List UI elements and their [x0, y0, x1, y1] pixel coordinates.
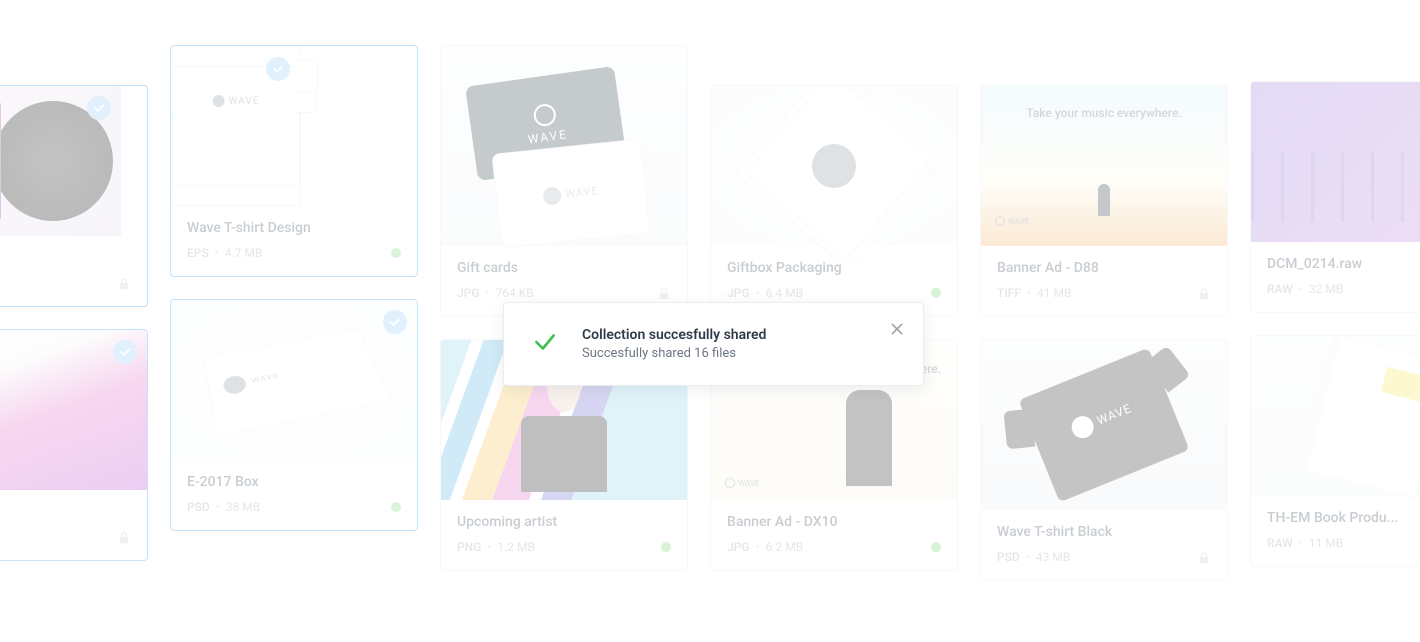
asset-spec: TIFF•41 MB — [997, 286, 1071, 300]
asset-title: Upcoming artist — [457, 514, 671, 530]
asset-spec: JPG•6.2 MB — [727, 540, 803, 554]
asset-title: Gift cards — [457, 260, 671, 276]
asset-title: Wave T-shirt Black — [997, 524, 1211, 540]
asset-spec: RAW•32 MB — [1267, 282, 1343, 296]
asset-title: E-2017 Box — [187, 474, 401, 490]
asset-meta: Banner Ad - DX10 JPG•6.2 MB — [711, 500, 957, 570]
lock-icon — [1197, 550, 1211, 564]
asset-card[interactable]: Giftbox Packaging JPG•6.4 MB — [710, 85, 958, 317]
asset-card[interactable]: WAVEWAVE Gift cards JPG•764 KB — [440, 45, 688, 317]
asset-title: Giftbox Packaging — [727, 260, 941, 276]
status-dot-available-icon — [931, 542, 941, 552]
status-dot-available-icon — [661, 542, 671, 552]
asset-spec: EPS•4.7 MB — [187, 246, 262, 260]
asset-title: Banner Ad - DX10 — [727, 514, 941, 530]
asset-card[interactable]: ...oduct Shot...•JB — [0, 85, 148, 307]
selected-check-icon — [113, 340, 137, 364]
selected-check-icon — [383, 310, 407, 334]
asset-title: ...88.raw — [0, 504, 131, 520]
asset-meta: ...88.raw...•JB — [0, 490, 147, 560]
asset-spec: JPG•764 KB — [457, 286, 534, 300]
toast-close-button[interactable] — [889, 321, 905, 341]
asset-meta: E-2017 Box PSD•38 MB — [171, 460, 417, 530]
lock-icon — [117, 530, 131, 544]
asset-thumbnail[interactable] — [1251, 82, 1420, 242]
asset-thumbnail[interactable] — [1251, 336, 1420, 496]
asset-card[interactable]: WAVE E-2017 Box PSD•38 MB — [170, 299, 418, 531]
asset-thumbnail[interactable]: WAVE — [171, 300, 417, 460]
asset-meta: Wave T-shirt Black PSD•43 MB — [981, 510, 1227, 580]
grid-column: ...oduct Shot...•JB ...88.raw...•JB — [0, 85, 148, 581]
grid-column: Take your music everywhere.WAVEBanner Ad… — [980, 85, 1228, 581]
toast-title: Collection succesfully shared — [582, 327, 766, 343]
asset-spec: PSD•38 MB — [187, 500, 260, 514]
asset-thumbnail[interactable] — [711, 86, 957, 246]
asset-meta: DCM_0214.raw RAW•32 MB — [1251, 242, 1420, 312]
asset-meta: TH-EM Book Produ... RAW•11 MB — [1251, 496, 1420, 566]
asset-thumbnail[interactable] — [0, 330, 147, 490]
asset-title: DCM_0214.raw — [1267, 256, 1420, 272]
status-dot-available-icon — [391, 248, 401, 258]
asset-spec: PSD•43 MB — [997, 550, 1070, 564]
asset-thumbnail[interactable]: WAVE — [981, 340, 1227, 510]
status-dot-available-icon — [391, 502, 401, 512]
asset-card[interactable]: TH-EM Book Produ... RAW•11 MB — [1250, 335, 1420, 567]
asset-card[interactable]: WAVE Wave T-shirt Black PSD•43 MB — [980, 339, 1228, 581]
asset-meta: Upcoming artist PNG•1.2 MB — [441, 500, 687, 570]
selected-check-icon — [87, 96, 111, 120]
lock-icon — [1197, 286, 1211, 300]
grid-column: WAVEWave T-shirt DesignEPS•4.7 MBWAVEE-2… — [170, 45, 418, 581]
lock-icon — [657, 286, 671, 300]
share-success-toast: Collection succesfully shared Succesfull… — [503, 302, 924, 386]
status-dot-available-icon — [931, 288, 941, 298]
asset-spec: PNG•1.2 MB — [457, 540, 535, 554]
toast-subtitle: Succesfully shared 16 files — [582, 346, 766, 361]
asset-thumbnail[interactable]: WAVE — [171, 46, 301, 206]
asset-card[interactable]: DCM_0214.raw RAW•32 MB — [1250, 81, 1420, 313]
asset-card[interactable]: Take your music everywhere.WAVEBanner Ad… — [980, 85, 1228, 317]
asset-spec: JPG•6.4 MB — [727, 286, 803, 300]
asset-meta: Wave T-shirt Design EPS•4.7 MB — [171, 206, 417, 276]
lock-icon — [117, 276, 131, 290]
asset-thumbnail[interactable]: Take your music everywhere.WAVE — [981, 86, 1227, 246]
asset-title: TH-EM Book Produ... — [1267, 510, 1420, 526]
asset-card[interactable]: ...88.raw...•JB — [0, 329, 148, 561]
asset-thumbnail[interactable] — [0, 86, 121, 236]
grid-column: DCM_0214.raw RAW•32 MB TH-EM Book Produ...… — [1250, 81, 1420, 581]
toast-message: Collection succesfully shared Succesfull… — [582, 327, 766, 361]
asset-title: Wave T-shirt Design — [187, 220, 401, 236]
success-check-icon — [532, 329, 558, 359]
asset-card[interactable]: WAVE Wave T-shirt Design EPS•4.7 MB — [170, 45, 418, 277]
asset-meta: ...oduct Shot...•JB — [0, 236, 147, 306]
asset-title: ...oduct Shot — [0, 250, 131, 266]
selected-check-icon — [266, 57, 290, 81]
asset-title: Banner Ad - D88 — [997, 260, 1211, 276]
asset-meta: Banner Ad - D88 TIFF•41 MB — [981, 246, 1227, 316]
asset-spec: RAW•11 MB — [1267, 536, 1343, 550]
asset-thumbnail[interactable]: WAVEWAVE — [441, 46, 687, 246]
